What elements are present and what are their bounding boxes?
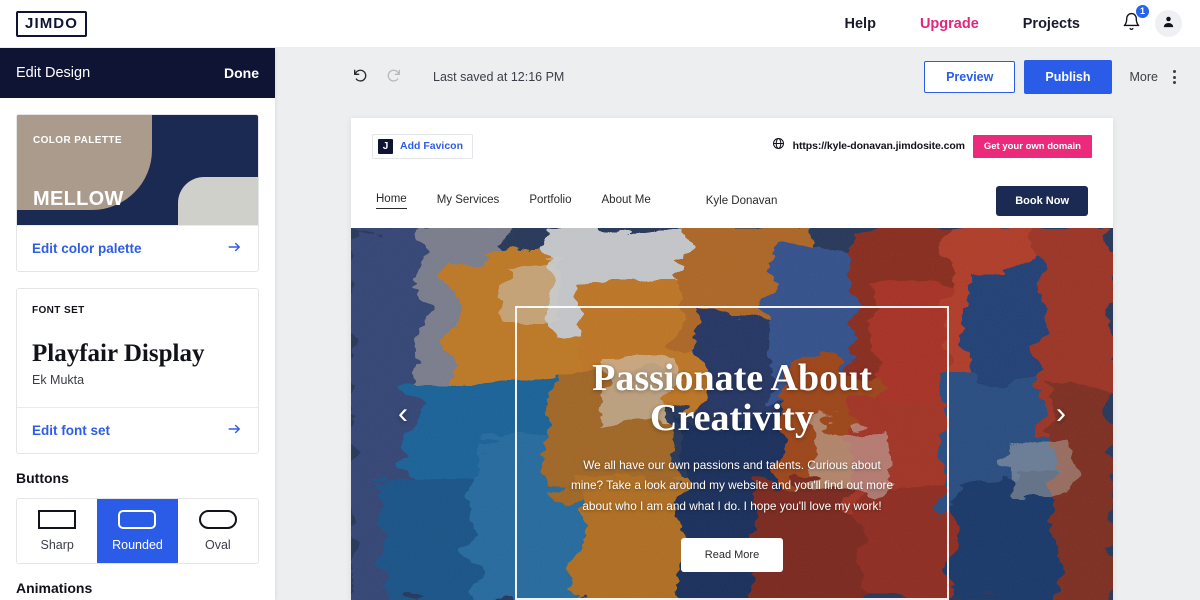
site-nav-portfolio[interactable]: Portfolio bbox=[529, 194, 571, 209]
font-set-card[interactable]: FONT SET Playfair Display Ek Mukta Edit … bbox=[16, 288, 259, 454]
design-sidebar: Edit Design Done COLOR PALETTE MELLOW Ed… bbox=[0, 48, 275, 600]
app-topbar: JIMDO Help Upgrade Projects 1 bbox=[0, 0, 1200, 48]
topnav-upgrade[interactable]: Upgrade bbox=[898, 16, 1001, 32]
button-shape-oval[interactable]: Oval bbox=[178, 499, 258, 563]
arrow-right-icon bbox=[226, 422, 243, 439]
domain-area: https://kyle-donavan.jimdosite.com Get y… bbox=[772, 134, 1092, 158]
palette-swatch-accent-b bbox=[178, 177, 258, 225]
site-nav-my-services[interactable]: My Services bbox=[437, 194, 500, 209]
site-nav-about-me[interactable]: About Me bbox=[602, 194, 651, 209]
color-palette-label: COLOR PALETTE bbox=[33, 135, 122, 146]
site-domain-url[interactable]: https://kyle-donavan.jimdosite.com bbox=[793, 140, 965, 152]
hero-title-line2: Creativity bbox=[650, 397, 814, 440]
edit-font-set-label: Edit font set bbox=[32, 422, 110, 438]
notification-badge: 1 bbox=[1135, 3, 1150, 19]
edit-color-palette-button[interactable]: Edit color palette bbox=[17, 225, 258, 271]
color-palette-card[interactable]: COLOR PALETTE MELLOW Edit color palette bbox=[16, 114, 259, 272]
sidebar-body: COLOR PALETTE MELLOW Edit color palette … bbox=[0, 98, 275, 600]
get-own-domain-button[interactable]: Get your own domain bbox=[972, 134, 1092, 158]
font-set-preview: FONT SET Playfair Display Ek Mukta bbox=[17, 289, 258, 407]
oval-icon bbox=[198, 509, 237, 529]
read-more-button[interactable]: Read More bbox=[680, 538, 784, 573]
font-set-label: FONT SET bbox=[32, 305, 85, 316]
topnav-projects[interactable]: Projects bbox=[1001, 16, 1102, 32]
edit-font-set-button[interactable]: Edit font set bbox=[17, 406, 258, 453]
site-preview-topbar: J Add Favicon https://kyle-donavan.jimdo… bbox=[351, 118, 1113, 174]
add-favicon-button[interactable]: J Add Favicon bbox=[372, 133, 474, 159]
topbar-nav: Help Upgrade Projects 1 bbox=[823, 3, 1200, 37]
edit-color-palette-label: Edit color palette bbox=[32, 241, 142, 256]
hero-frame-border: Passionate About Creativity We all have … bbox=[515, 306, 949, 600]
avatar[interactable] bbox=[1155, 10, 1182, 37]
add-favicon-label: Add Favicon bbox=[400, 140, 464, 152]
site-preview: J Add Favicon https://kyle-donavan.jimdo… bbox=[351, 118, 1113, 600]
hero-subtitle: We all have our own passions and talents… bbox=[570, 457, 894, 513]
publish-button[interactable]: Publish bbox=[1024, 60, 1112, 94]
last-saved-status: Last saved at 12:16 PM bbox=[433, 70, 565, 84]
sidebar-header: Edit Design Done bbox=[0, 48, 275, 98]
hero-title-line1: Passionate About bbox=[592, 357, 872, 399]
more-label[interactable]: More bbox=[1130, 70, 1158, 84]
sidebar-title: Edit Design bbox=[16, 65, 91, 81]
button-shape-sharp-label: Sharp bbox=[40, 537, 74, 552]
jimdo-editor-app: JIMDO Help Upgrade Projects 1 Edit Desig… bbox=[0, 0, 1200, 600]
favicon-icon: J bbox=[378, 138, 393, 154]
button-shape-selector: Sharp Rounded Oval bbox=[16, 497, 259, 564]
arrow-right-icon bbox=[226, 240, 243, 257]
buttons-section-title: Buttons bbox=[16, 469, 69, 486]
sharp-rect-icon bbox=[38, 509, 77, 529]
font-set-primary: Playfair Display bbox=[32, 340, 205, 367]
undo-icon bbox=[352, 67, 368, 88]
color-palette-preview: COLOR PALETTE MELLOW bbox=[17, 115, 258, 225]
notifications-button[interactable]: 1 bbox=[1102, 3, 1155, 36]
site-nav-home[interactable]: Home bbox=[376, 193, 407, 209]
redo-icon bbox=[386, 67, 402, 88]
site-brand-name: Kyle Donavan bbox=[705, 195, 778, 207]
button-shape-sharp[interactable]: Sharp bbox=[17, 499, 97, 563]
editor-toolbar: Last saved at 12:16 PM Preview Publish M… bbox=[275, 48, 1200, 106]
globe-icon bbox=[772, 137, 785, 155]
site-nav-links: Home My Services Portfolio About Me bbox=[376, 193, 651, 209]
hero-title: Passionate About Creativity bbox=[541, 358, 923, 439]
kebab-menu-icon[interactable] bbox=[1169, 64, 1180, 90]
user-avatar-icon bbox=[1161, 14, 1176, 34]
preview-button[interactable]: Preview bbox=[924, 61, 1016, 93]
site-navigation: Home My Services Portfolio About Me Kyle… bbox=[351, 174, 1113, 228]
button-shape-rounded[interactable]: Rounded bbox=[97, 498, 178, 563]
button-shape-oval-label: Oval bbox=[204, 537, 231, 552]
redo-button[interactable] bbox=[377, 60, 411, 94]
color-palette-name: MELLOW bbox=[33, 188, 124, 210]
book-now-button[interactable]: Book Now bbox=[996, 186, 1088, 216]
hero-content: Passionate About Creativity We all have … bbox=[517, 358, 947, 573]
hero-section: Passionate About Creativity We all have … bbox=[351, 228, 1113, 600]
undo-button[interactable] bbox=[343, 60, 377, 94]
rounded-rect-icon bbox=[118, 509, 157, 529]
font-set-secondary: Ek Mukta bbox=[32, 372, 85, 387]
jimdo-logo[interactable]: JIMDO bbox=[16, 10, 88, 37]
carousel-prev-icon[interactable]: ‹ bbox=[398, 399, 408, 429]
topnav-help[interactable]: Help bbox=[823, 16, 898, 32]
button-shape-rounded-label: Rounded bbox=[112, 537, 163, 552]
sidebar-done-button[interactable]: Done bbox=[224, 65, 259, 81]
editor-toolbar-actions: Preview Publish More bbox=[924, 60, 1180, 94]
carousel-next-icon[interactable]: › bbox=[1056, 399, 1066, 429]
animations-section-title: Animations bbox=[16, 579, 93, 596]
